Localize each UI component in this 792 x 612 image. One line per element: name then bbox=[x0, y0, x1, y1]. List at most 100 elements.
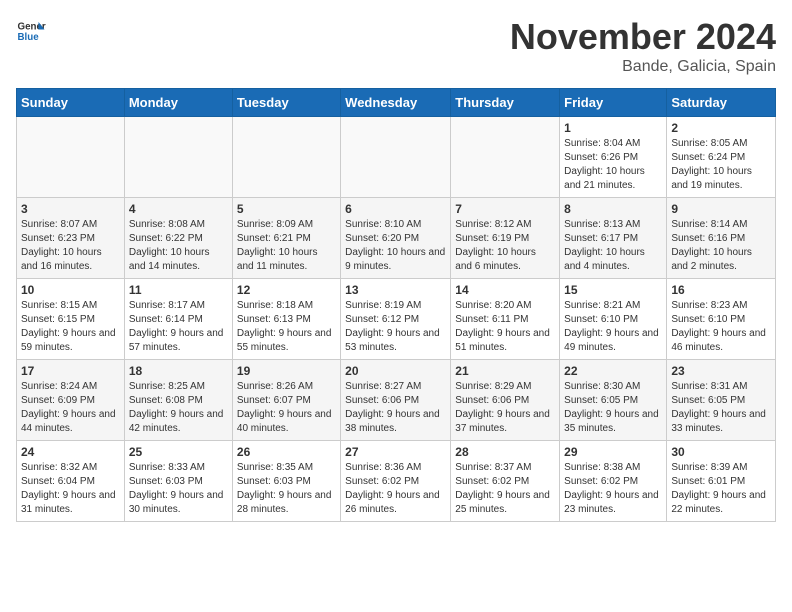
day-info: Sunrise: 8:23 AM Sunset: 6:10 PM Dayligh… bbox=[671, 299, 771, 355]
day-info: Sunrise: 8:09 AM Sunset: 6:21 PM Dayligh… bbox=[237, 218, 336, 274]
day-number: 25 bbox=[129, 445, 228, 459]
day-info: Sunrise: 8:30 AM Sunset: 6:05 PM Dayligh… bbox=[564, 380, 662, 436]
calendar-table: SundayMondayTuesdayWednesdayThursdayFrid… bbox=[16, 88, 776, 522]
calendar-cell bbox=[124, 117, 232, 198]
calendar-cell bbox=[451, 117, 560, 198]
page-header: General Blue November 2024 Bande, Galici… bbox=[16, 16, 776, 76]
day-number: 28 bbox=[455, 445, 555, 459]
day-info: Sunrise: 8:20 AM Sunset: 6:11 PM Dayligh… bbox=[455, 299, 555, 355]
day-info: Sunrise: 8:26 AM Sunset: 6:07 PM Dayligh… bbox=[237, 380, 336, 436]
day-info: Sunrise: 8:18 AM Sunset: 6:13 PM Dayligh… bbox=[237, 299, 336, 355]
day-info: Sunrise: 8:25 AM Sunset: 6:08 PM Dayligh… bbox=[129, 380, 228, 436]
day-number: 30 bbox=[671, 445, 771, 459]
calendar-week-4: 17 Sunrise: 8:24 AM Sunset: 6:09 PM Dayli… bbox=[17, 360, 776, 441]
calendar-cell: 4 Sunrise: 8:08 AM Sunset: 6:22 PM Daylig… bbox=[124, 198, 232, 279]
calendar-cell: 28 Sunrise: 8:37 AM Sunset: 6:02 PM Dayli… bbox=[451, 441, 560, 522]
calendar-cell: 14 Sunrise: 8:20 AM Sunset: 6:11 PM Dayli… bbox=[451, 279, 560, 360]
calendar-week-3: 10 Sunrise: 8:15 AM Sunset: 6:15 PM Dayli… bbox=[17, 279, 776, 360]
calendar-cell: 17 Sunrise: 8:24 AM Sunset: 6:09 PM Dayli… bbox=[17, 360, 125, 441]
logo-icon: General Blue bbox=[16, 16, 46, 46]
day-info: Sunrise: 8:14 AM Sunset: 6:16 PM Dayligh… bbox=[671, 218, 771, 274]
weekday-tuesday: Tuesday bbox=[232, 89, 340, 117]
calendar-cell: 5 Sunrise: 8:09 AM Sunset: 6:21 PM Daylig… bbox=[232, 198, 340, 279]
day-info: Sunrise: 8:29 AM Sunset: 6:06 PM Dayligh… bbox=[455, 380, 555, 436]
calendar-week-2: 3Sunrise: 8:07 AM Sunset: 6:23 PM Daylig… bbox=[17, 198, 776, 279]
day-info: Sunrise: 8:33 AM Sunset: 6:03 PM Dayligh… bbox=[129, 461, 228, 517]
day-info: Sunrise: 8:08 AM Sunset: 6:22 PM Dayligh… bbox=[129, 218, 228, 274]
day-number: 15 bbox=[564, 283, 662, 297]
calendar-week-1: 1Sunrise: 8:04 AM Sunset: 6:26 PM Daylig… bbox=[17, 117, 776, 198]
day-info: Sunrise: 8:05 AM Sunset: 6:24 PM Dayligh… bbox=[671, 137, 771, 193]
day-number: 8 bbox=[564, 202, 662, 216]
calendar-header: SundayMondayTuesdayWednesdayThursdayFrid… bbox=[17, 89, 776, 117]
weekday-wednesday: Wednesday bbox=[341, 89, 451, 117]
day-info: Sunrise: 8:32 AM Sunset: 6:04 PM Dayligh… bbox=[21, 461, 120, 517]
calendar-cell: 3Sunrise: 8:07 AM Sunset: 6:23 PM Daylig… bbox=[17, 198, 125, 279]
calendar-cell: 18Sunrise: 8:25 AM Sunset: 6:08 PM Dayli… bbox=[124, 360, 232, 441]
day-number: 7 bbox=[455, 202, 555, 216]
day-number: 14 bbox=[455, 283, 555, 297]
day-info: Sunrise: 8:36 AM Sunset: 6:02 PM Dayligh… bbox=[345, 461, 446, 517]
day-info: Sunrise: 8:38 AM Sunset: 6:02 PM Dayligh… bbox=[564, 461, 662, 517]
day-number: 27 bbox=[345, 445, 446, 459]
calendar-cell: 25 Sunrise: 8:33 AM Sunset: 6:03 PM Dayli… bbox=[124, 441, 232, 522]
calendar-cell: 9 Sunrise: 8:14 AM Sunset: 6:16 PM Daylig… bbox=[667, 198, 776, 279]
weekday-friday: Friday bbox=[560, 89, 667, 117]
day-info: Sunrise: 8:17 AM Sunset: 6:14 PM Dayligh… bbox=[129, 299, 228, 355]
day-number: 13 bbox=[345, 283, 446, 297]
calendar-cell: 29 Sunrise: 8:38 AM Sunset: 6:02 PM Dayli… bbox=[560, 441, 667, 522]
day-info: Sunrise: 8:24 AM Sunset: 6:09 PM Dayligh… bbox=[21, 380, 120, 436]
location-title: Bande, Galicia, Spain bbox=[510, 58, 776, 76]
calendar-cell: 6Sunrise: 8:10 AM Sunset: 6:20 PM Daylig… bbox=[341, 198, 451, 279]
day-number: 23 bbox=[671, 364, 771, 378]
day-number: 2 bbox=[671, 121, 771, 135]
calendar-cell: 7 Sunrise: 8:12 AM Sunset: 6:19 PM Daylig… bbox=[451, 198, 560, 279]
day-info: Sunrise: 8:21 AM Sunset: 6:10 PM Dayligh… bbox=[564, 299, 662, 355]
weekday-monday: Monday bbox=[124, 89, 232, 117]
day-number: 12 bbox=[237, 283, 336, 297]
weekday-sunday: Sunday bbox=[17, 89, 125, 117]
calendar-cell: 8 Sunrise: 8:13 AM Sunset: 6:17 PM Daylig… bbox=[560, 198, 667, 279]
calendar-cell bbox=[17, 117, 125, 198]
day-number: 21 bbox=[455, 364, 555, 378]
calendar-cell: 10 Sunrise: 8:15 AM Sunset: 6:15 PM Dayli… bbox=[17, 279, 125, 360]
calendar-cell: 1Sunrise: 8:04 AM Sunset: 6:26 PM Daylig… bbox=[560, 117, 667, 198]
day-info: Sunrise: 8:31 AM Sunset: 6:05 PM Dayligh… bbox=[671, 380, 771, 436]
calendar-cell: 27 Sunrise: 8:36 AM Sunset: 6:02 PM Dayli… bbox=[341, 441, 451, 522]
calendar-cell: 24Sunrise: 8:32 AM Sunset: 6:04 PM Dayli… bbox=[17, 441, 125, 522]
calendar-cell: 26 Sunrise: 8:35 AM Sunset: 6:03 PM Dayli… bbox=[232, 441, 340, 522]
month-title: November 2024 bbox=[510, 16, 776, 58]
day-info: Sunrise: 8:37 AM Sunset: 6:02 PM Dayligh… bbox=[455, 461, 555, 517]
calendar-cell: 16 Sunrise: 8:23 AM Sunset: 6:10 PM Dayli… bbox=[667, 279, 776, 360]
day-info: Sunrise: 8:07 AM Sunset: 6:23 PM Dayligh… bbox=[21, 218, 120, 274]
day-info: Sunrise: 8:13 AM Sunset: 6:17 PM Dayligh… bbox=[564, 218, 662, 274]
day-number: 4 bbox=[129, 202, 228, 216]
day-number: 26 bbox=[237, 445, 336, 459]
calendar-cell: 20Sunrise: 8:27 AM Sunset: 6:06 PM Dayli… bbox=[341, 360, 451, 441]
day-number: 11 bbox=[129, 283, 228, 297]
day-number: 16 bbox=[671, 283, 771, 297]
calendar-week-5: 24Sunrise: 8:32 AM Sunset: 6:04 PM Dayli… bbox=[17, 441, 776, 522]
day-info: Sunrise: 8:10 AM Sunset: 6:20 PM Dayligh… bbox=[345, 218, 446, 274]
title-section: November 2024 Bande, Galicia, Spain bbox=[510, 16, 776, 76]
svg-text:Blue: Blue bbox=[18, 32, 40, 43]
day-info: Sunrise: 8:35 AM Sunset: 6:03 PM Dayligh… bbox=[237, 461, 336, 517]
day-number: 9 bbox=[671, 202, 771, 216]
calendar-cell bbox=[232, 117, 340, 198]
day-number: 17 bbox=[21, 364, 120, 378]
calendar-cell: 15 Sunrise: 8:21 AM Sunset: 6:10 PM Dayli… bbox=[560, 279, 667, 360]
day-number: 10 bbox=[21, 283, 120, 297]
weekday-header-row: SundayMondayTuesdayWednesdayThursdayFrid… bbox=[17, 89, 776, 117]
calendar-cell: 13 Sunrise: 8:19 AM Sunset: 6:12 PM Dayli… bbox=[341, 279, 451, 360]
day-info: Sunrise: 8:19 AM Sunset: 6:12 PM Dayligh… bbox=[345, 299, 446, 355]
day-info: Sunrise: 8:15 AM Sunset: 6:15 PM Dayligh… bbox=[21, 299, 120, 355]
calendar-cell bbox=[341, 117, 451, 198]
calendar-cell: 30Sunrise: 8:39 AM Sunset: 6:01 PM Dayli… bbox=[667, 441, 776, 522]
weekday-thursday: Thursday bbox=[451, 89, 560, 117]
day-info: Sunrise: 8:12 AM Sunset: 6:19 PM Dayligh… bbox=[455, 218, 555, 274]
day-number: 29 bbox=[564, 445, 662, 459]
day-number: 22 bbox=[564, 364, 662, 378]
weekday-saturday: Saturday bbox=[667, 89, 776, 117]
calendar-cell: 12 Sunrise: 8:18 AM Sunset: 6:13 PM Dayli… bbox=[232, 279, 340, 360]
day-number: 5 bbox=[237, 202, 336, 216]
